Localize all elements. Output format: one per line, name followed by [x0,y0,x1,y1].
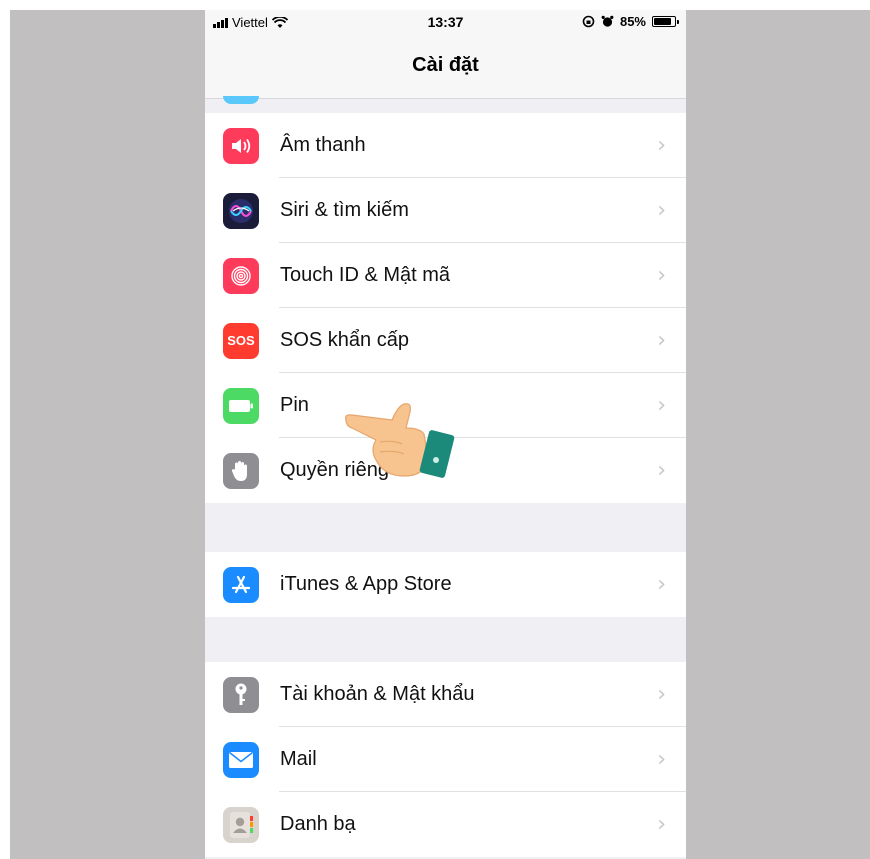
chevron-right-icon: › [657,747,666,772]
settings-row-mail[interactable]: Mail › [205,727,686,792]
settings-row-contacts[interactable]: Danh bạ › [205,792,686,857]
chevron-right-icon: › [657,458,666,483]
sound-icon [223,127,259,164]
settings-row-sounds[interactable]: Âm thanh › [205,113,686,178]
battery-icon [223,387,259,424]
hand-icon [223,452,259,489]
settings-row-itunes-app-store[interactable]: iTunes & App Store › [205,552,686,617]
settings-row-label: Siri & tìm kiếm [280,199,409,221]
pointing-hand-icon [345,403,455,478]
settings-row-touch-id[interactable]: Touch ID & Mật mã › [205,243,686,308]
settings-row-label: SOS khẩn cấp [280,329,409,351]
settings-row-label: Pin [280,394,309,416]
chevron-right-icon: › [657,393,666,418]
status-bar: Viettel 13:37 85% [205,10,686,36]
settings-row-siri[interactable]: Siri & tìm kiếm › [205,178,686,243]
fingerprint-icon [223,257,259,294]
mail-icon [223,741,259,778]
sos-icon-text: SOS [227,333,255,348]
chevron-right-icon: › [657,812,666,837]
siri-icon [223,192,259,229]
chevron-right-icon: › [657,328,666,353]
settings-row-label: Touch ID & Mật mã [280,264,451,286]
settings-row-label: Danh bạ [280,813,356,835]
partially-hidden-row-icon [223,96,259,104]
chevron-right-icon: › [657,198,666,223]
settings-group-3: Tài khoản & Mật khẩu › Mail › Danh bạ › [205,662,686,857]
sos-icon: SOS [223,322,259,359]
chevron-right-icon: › [657,133,666,158]
battery-status-icon [652,16,679,27]
settings-row-emergency-sos[interactable]: SOS SOS khẩn cấp › [205,308,686,373]
settings-group-2: iTunes & App Store › [205,552,686,617]
navigation-bar: Cài đặt [205,36,686,99]
chevron-right-icon: › [657,572,666,597]
chevron-right-icon: › [657,682,666,707]
settings-row-label: iTunes & App Store [280,573,452,595]
settings-row-label: Mail [280,748,317,770]
battery-percent: 85% [619,14,646,29]
app-store-icon [223,566,259,603]
orientation-lock-icon [582,15,595,28]
chevron-right-icon: › [657,263,666,288]
contacts-icon [223,806,259,843]
settings-row-label: Tài khoản & Mật khẩu [280,683,475,705]
key-icon [223,676,259,713]
page-title: Cài đặt [412,54,479,76]
settings-row-label: Âm thanh [280,134,366,156]
settings-row-accounts-passwords[interactable]: Tài khoản & Mật khẩu › [205,662,686,727]
alarm-icon [601,15,614,27]
